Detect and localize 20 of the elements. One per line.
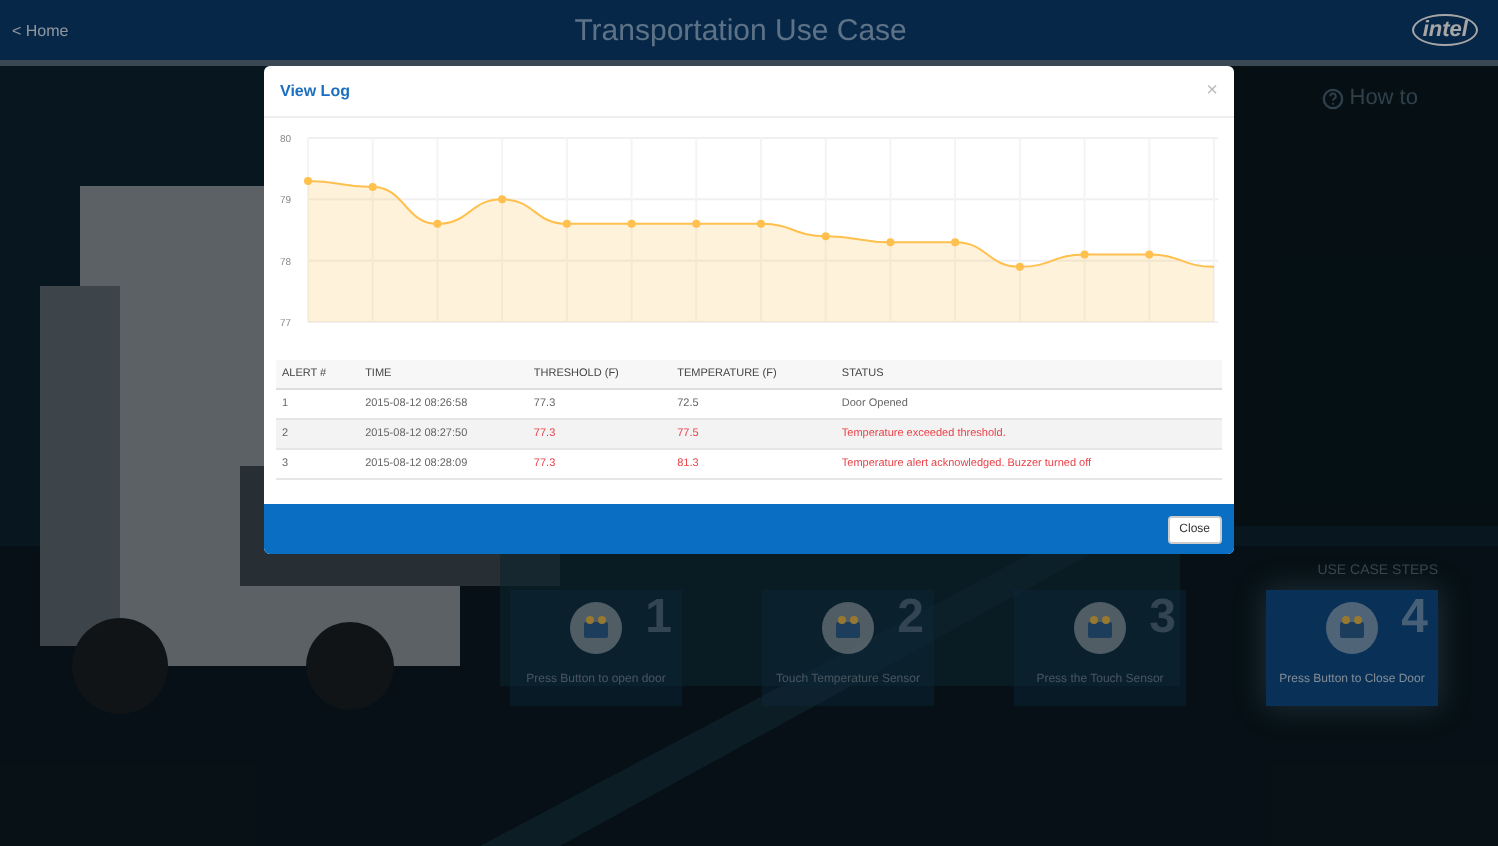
home-link[interactable]: < Home bbox=[12, 21, 69, 39]
data-point bbox=[1015, 262, 1024, 271]
data-point bbox=[821, 232, 830, 241]
data-point bbox=[304, 176, 312, 185]
page-title: Transportation Use Case bbox=[574, 13, 907, 47]
data-point bbox=[951, 238, 960, 247]
data-point bbox=[433, 219, 442, 228]
data-point bbox=[368, 183, 377, 192]
data-point bbox=[757, 219, 765, 228]
logo: intel bbox=[1412, 14, 1478, 46]
data-point bbox=[886, 238, 895, 247]
data-point bbox=[1145, 250, 1154, 259]
question-icon bbox=[1321, 87, 1344, 109]
data-point bbox=[498, 195, 507, 204]
dialog-title: View Log bbox=[280, 82, 350, 100]
data-point bbox=[562, 219, 571, 228]
data-point bbox=[1080, 250, 1089, 259]
step-number: 4 bbox=[1401, 594, 1428, 642]
data-point bbox=[627, 219, 636, 228]
data-point bbox=[692, 219, 701, 228]
